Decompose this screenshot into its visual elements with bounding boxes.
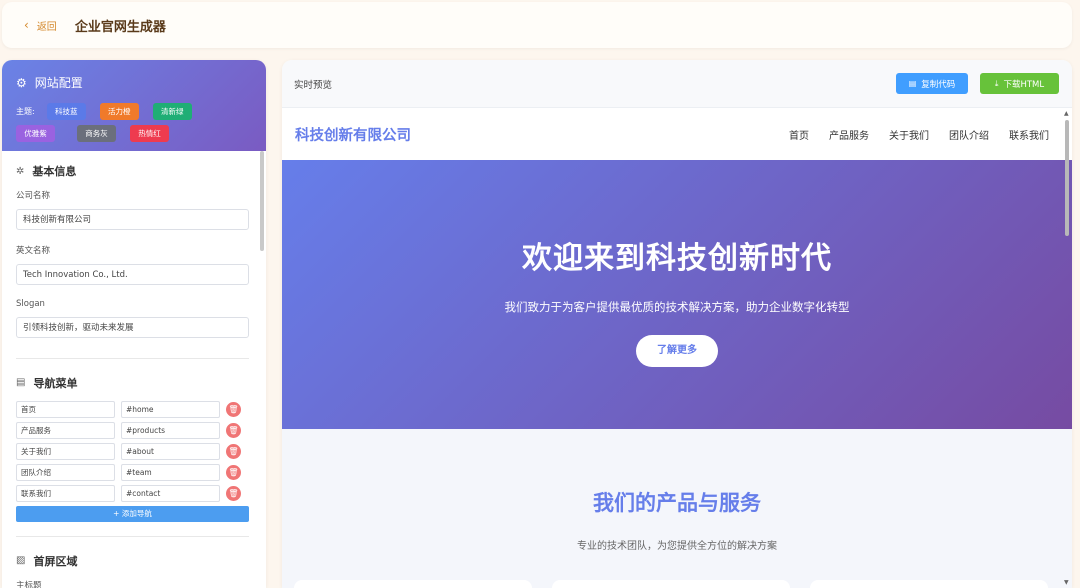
product-card <box>294 580 532 588</box>
divider <box>16 535 249 537</box>
delete-nav-button[interactable]: 🗑 <box>226 485 241 501</box>
theme-chip-orange[interactable]: 活力橙 <box>99 103 139 120</box>
preview-label: 实时预览 <box>294 79 333 91</box>
sparkle-icon: ✲ <box>16 165 25 177</box>
nav-name-input[interactable] <box>16 421 115 439</box>
basic-info-title-text: 基本信息 <box>32 165 77 178</box>
preview-menu-item[interactable]: 联系我们 <box>1009 127 1049 142</box>
scroll-down-icon[interactable]: ▼ <box>1064 579 1069 586</box>
preview-menu-item[interactable]: 产品服务 <box>829 127 869 142</box>
preview-logo: 科技创新有限公司 <box>295 127 411 144</box>
preview-scroll-thumb[interactable] <box>1065 120 1069 236</box>
product-cards <box>294 580 1048 588</box>
gear-icon: ⚙ <box>16 75 27 90</box>
slogan-input[interactable] <box>16 316 249 338</box>
copy-code-label: 复制代码 <box>921 79 956 90</box>
add-nav-button[interactable]: + 添加导航 <box>16 505 249 522</box>
top-bar: ‹ 返回 企业官网生成器 <box>2 2 1072 48</box>
nav-link-input[interactable] <box>121 442 220 460</box>
trash-icon: 🗑 <box>228 425 239 435</box>
delete-nav-button[interactable]: 🗑 <box>226 464 241 480</box>
theme-chip-gray[interactable]: 商务灰 <box>77 125 116 142</box>
theme-chip-purple[interactable]: 优雅紫 <box>16 125 55 142</box>
download-html-label: 下载HTML <box>1003 79 1045 90</box>
hero-cta-button[interactable]: 了解更多 <box>636 335 718 367</box>
nav-row: 🗑 <box>16 484 252 502</box>
document-icon: ▤ <box>908 79 917 88</box>
product-card <box>810 580 1048 588</box>
main-title-label: 主标题 <box>16 580 42 588</box>
config-title-text: 网站配置 <box>34 76 83 90</box>
nav-row: 🗑 <box>16 463 252 481</box>
preview-menu-item[interactable]: 团队介绍 <box>949 127 989 142</box>
trash-icon: 🗑 <box>228 488 239 498</box>
app-title: 企业官网生成器 <box>74 19 166 35</box>
hero-subtitle: 我们致力于为客户提供最优质的技术解决方案，助力企业数字化转型 <box>504 300 850 314</box>
english-name-input[interactable] <box>16 264 249 285</box>
preview-actions: ▤ 复制代码 ⤓ 下载HTML <box>896 73 1059 94</box>
english-name-label: 英文名称 <box>16 245 51 256</box>
products-subtitle: 专业的技术团队，为您提供全方位的解决方案 <box>577 541 777 552</box>
nav-name-input[interactable] <box>16 484 115 502</box>
nav-row: 🗑 <box>16 442 252 460</box>
product-card <box>552 580 790 588</box>
preview-navbar: 科技创新有限公司 首页 产品服务 关于我们 团队介绍 联系我们 <box>282 108 1072 160</box>
slogan-label: Slogan <box>16 299 45 309</box>
theme-chip-red[interactable]: 热情红 <box>130 125 169 142</box>
theme-chip-blue[interactable]: 科技蓝 <box>46 103 86 120</box>
nav-row: 🗑 <box>16 400 252 418</box>
preview-header: 实时预览 ▤ 复制代码 ⤓ 下载HTML <box>282 60 1072 108</box>
nav-link-input[interactable] <box>121 484 220 502</box>
hero-section-title: ▨ 首屏区域 <box>16 553 252 569</box>
products-title: 我们的产品与服务 <box>593 491 761 515</box>
nav-link-input[interactable] <box>121 463 220 481</box>
preview-menu-item[interactable]: 首页 <box>789 127 809 142</box>
preview-menu: 首页 产品服务 关于我们 团队介绍 联系我们 <box>789 127 1049 142</box>
nav-row: 🗑 <box>16 421 252 439</box>
theme-label: 主题: <box>16 107 35 116</box>
preview-scrollbar[interactable]: ▲ ▼ <box>1063 108 1071 588</box>
preview-hero: 欢迎来到科技创新时代 我们致力于为客户提供最优质的技术解决方案，助力企业数字化转… <box>282 160 1072 429</box>
nav-menu-title-text: 导航菜单 <box>33 376 78 390</box>
copy-code-button[interactable]: ▤ 复制代码 <box>896 73 968 94</box>
theme-chip-green[interactable]: 清新绿 <box>152 103 192 120</box>
scroll-up-icon[interactable]: ▲ <box>1064 110 1069 117</box>
theme-selector: 主题: 科技蓝 活力橙 清新绿 优雅紫 商务灰 热情红 <box>16 103 252 142</box>
nav-name-input[interactable] <box>16 400 115 418</box>
delete-nav-button[interactable]: 🗑 <box>226 443 241 459</box>
company-name-label: 公司名称 <box>16 191 51 201</box>
preview-menu-item[interactable]: 关于我们 <box>889 127 929 142</box>
chevron-left-icon: ‹ <box>24 18 29 32</box>
nav-link-input[interactable] <box>121 400 220 418</box>
trash-icon: 🗑 <box>228 446 239 456</box>
basic-info-title: ✲ 基本信息 <box>16 163 252 179</box>
trash-icon: 🗑 <box>228 404 239 414</box>
trash-icon: 🗑 <box>228 467 239 477</box>
config-body: ✲ 基本信息 公司名称 英文名称 Slogan ▤ 导航菜单 🗑 🗑 🗑 <box>2 151 266 588</box>
hero-section-title-text: 首屏区域 <box>33 554 78 568</box>
nav-name-input[interactable] <box>16 463 115 481</box>
delete-nav-button[interactable]: 🗑 <box>226 422 241 438</box>
delete-nav-button[interactable]: 🗑 <box>226 401 241 417</box>
document-icon: ▤ <box>16 377 26 388</box>
back-label: 返回 <box>36 21 57 33</box>
company-name-input[interactable] <box>16 208 249 230</box>
nav-link-input[interactable] <box>121 421 220 439</box>
hero-title: 欢迎来到科技创新时代 <box>522 241 832 276</box>
preview-panel: 实时预览 ▤ 复制代码 ⤓ 下载HTML 科技创新有限公司 首页 产品服务 关于… <box>282 60 1072 588</box>
download-html-button[interactable]: ⤓ 下载HTML <box>980 73 1059 94</box>
nav-menu-title: ▤ 导航菜单 <box>16 375 252 391</box>
image-icon: ▨ <box>16 555 26 566</box>
nav-name-input[interactable] <box>16 442 115 460</box>
back-button[interactable]: ‹ 返回 <box>24 18 57 33</box>
divider <box>16 357 249 359</box>
config-header: ⚙ 网站配置 主题: 科技蓝 活力橙 清新绿 优雅紫 商务灰 热情红 <box>2 60 266 151</box>
preview-frame: 科技创新有限公司 首页 产品服务 关于我们 团队介绍 联系我们 欢迎来到科技创新… <box>282 108 1072 588</box>
config-scrollbar[interactable] <box>260 151 264 251</box>
config-title: ⚙ 网站配置 <box>16 74 252 91</box>
download-icon: ⤓ <box>994 78 999 88</box>
config-panel: ⚙ 网站配置 主题: 科技蓝 活力橙 清新绿 优雅紫 商务灰 热情红 ✲ 基本信… <box>2 60 266 588</box>
preview-products: 我们的产品与服务 专业的技术团队，为您提供全方位的解决方案 <box>282 429 1072 588</box>
